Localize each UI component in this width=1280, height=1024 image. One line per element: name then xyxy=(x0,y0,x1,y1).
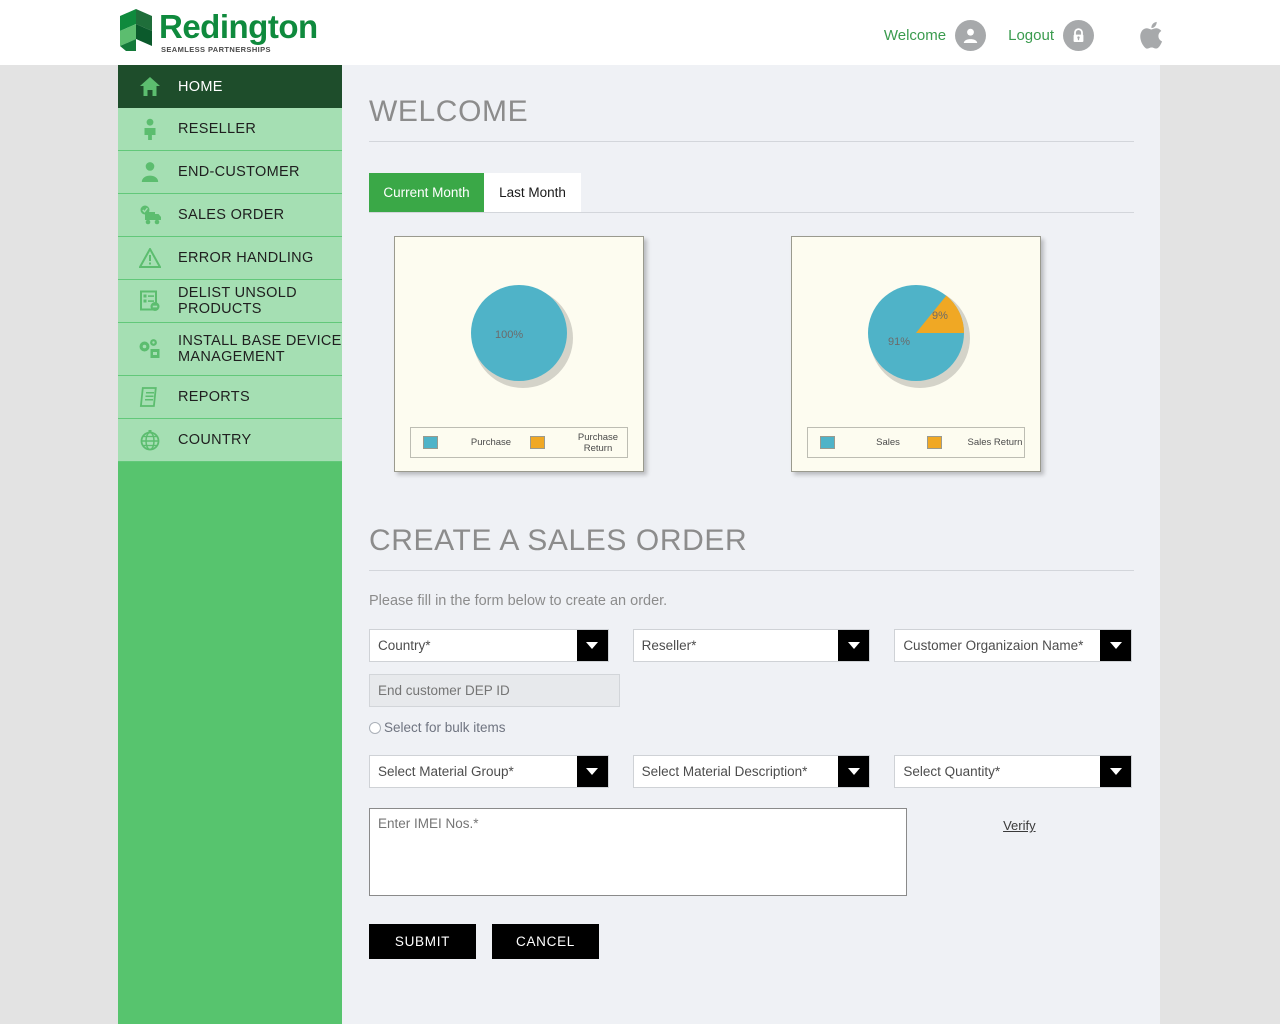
sidebar-item-label: SALES ORDER xyxy=(178,207,285,223)
legend-label-sales: Sales xyxy=(876,437,900,448)
submit-button[interactable]: SUBMIT xyxy=(369,924,476,959)
welcome-label: Welcome xyxy=(883,26,947,44)
cancel-button[interactable]: CANCEL xyxy=(492,924,599,959)
delivery-truck-icon xyxy=(138,203,162,227)
legend-label-purchase-return: Purchase Return xyxy=(577,431,619,454)
sales-return-slice-label: 9% xyxy=(932,310,948,322)
lock-icon[interactable] xyxy=(1063,19,1094,51)
sidebar-item-delist-unsold-products[interactable]: DELIST UNSOLD PRODUCTS xyxy=(118,280,342,323)
sidebar-item-label: ERROR HANDLING xyxy=(178,250,314,266)
sidebar-item-error-handling[interactable]: ERROR HANDLING xyxy=(118,237,342,280)
page-header: Redington SEAMLESS PARTNERSHIPS Welcome … xyxy=(0,0,1280,65)
sidebar-nav: HOME RESELLER END-CUSTOMER SALES ORDER E… xyxy=(118,65,342,1024)
sales-pie-area: 91% 9% xyxy=(792,237,1040,422)
quantity-select-value: Select Quantity* xyxy=(903,764,1001,779)
sales-legend: Sales Sales Return xyxy=(807,427,1025,458)
end-customer-dep-id-input[interactable] xyxy=(369,674,620,707)
month-tabs: Current Month Last Month xyxy=(369,173,1134,213)
country-select-value: Country* xyxy=(378,638,431,653)
purchase-pie-graphic: 100% xyxy=(470,285,573,388)
verify-link[interactable]: Verify xyxy=(1003,818,1036,833)
report-document-icon xyxy=(138,385,162,409)
bulk-items-radio[interactable] xyxy=(369,721,381,734)
chevron-down-icon[interactable] xyxy=(576,756,608,787)
form-hint: Please fill in the form below to create … xyxy=(369,593,668,609)
bulk-items-radio-row[interactable]: Select for bulk items xyxy=(369,720,1132,735)
sidebar-item-reports[interactable]: REPORTS xyxy=(118,376,342,419)
chevron-down-icon[interactable] xyxy=(838,630,870,661)
country-select[interactable]: Country* xyxy=(369,629,609,662)
form-row-1: Country* Reseller* Customer Organizaion … xyxy=(369,629,1133,662)
reseller-select[interactable]: Reseller* xyxy=(632,629,871,662)
brand-logo[interactable]: Redington SEAMLESS PARTNERSHIPS xyxy=(118,8,318,54)
person-icon xyxy=(138,160,162,184)
quantity-select[interactable]: Select Quantity* xyxy=(894,755,1133,788)
sales-slice-label: 91% xyxy=(888,336,910,348)
redington-logo-mark-icon xyxy=(120,9,152,51)
sidebar-item-country[interactable]: COUNTRY xyxy=(118,419,342,462)
verify-wrap: Verify xyxy=(907,808,1132,896)
legend-swatch-purchase-return xyxy=(530,436,545,449)
material-description-select-value: Select Material Description* xyxy=(641,764,808,779)
chevron-down-icon[interactable] xyxy=(838,756,870,787)
chevron-down-icon[interactable] xyxy=(576,630,608,661)
purchase-pie-area: 100% xyxy=(395,237,643,422)
logo-tagline: SEAMLESS PARTNERSHIPS xyxy=(161,45,271,54)
legend-swatch-sales-return xyxy=(927,436,942,449)
sales-pie-chart: 91% 9% Sales Sales Return xyxy=(791,236,1041,472)
material-group-select-value: Select Material Group* xyxy=(378,764,514,779)
sidebar-item-install-base-device-management[interactable]: INSTALL BASE DEVICE MANAGEMENT xyxy=(118,323,342,376)
material-group-select[interactable]: Select Material Group* xyxy=(369,755,609,788)
home-icon xyxy=(138,75,162,99)
purchase-legend: Purchase Purchase Return xyxy=(410,427,628,458)
tab-current-month[interactable]: Current Month xyxy=(369,173,484,212)
legend-label-purchase: Purchase xyxy=(470,437,512,448)
charts-container: 100% Purchase Purchase Return 91% 9% Sal… xyxy=(369,236,1132,472)
customer-organization-select-value: Customer Organizaion Name* xyxy=(903,638,1084,653)
material-description-select[interactable]: Select Material Description* xyxy=(632,755,871,788)
purchase-slice-label: 100% xyxy=(495,329,523,341)
page-title: WELCOME xyxy=(369,95,1134,142)
form-title: CREATE A SALES ORDER xyxy=(369,524,1134,571)
sidebar-item-label: COUNTRY xyxy=(178,432,252,448)
sidebar-item-end-customer[interactable]: END-CUSTOMER xyxy=(118,151,342,194)
imei-textarea[interactable] xyxy=(369,808,907,896)
main-content: WELCOME Current Month Last Month 100% Pu… xyxy=(342,65,1160,1024)
sidebar-item-label: REPORTS xyxy=(178,389,250,405)
tab-last-month[interactable]: Last Month xyxy=(484,173,581,212)
chevron-down-icon[interactable] xyxy=(1100,630,1132,661)
form-row-2: Select Material Group* Select Material D… xyxy=(369,755,1133,788)
apple-icon[interactable] xyxy=(1138,17,1168,53)
sidebar-item-label: HOME xyxy=(178,78,223,95)
bulk-items-label: Select for bulk items xyxy=(384,720,506,735)
warning-triangle-icon xyxy=(138,246,162,270)
sidebar-item-label: DELIST UNSOLD PRODUCTS xyxy=(178,285,297,317)
sidebar-item-reseller[interactable]: RESELLER xyxy=(118,108,342,151)
header-actions: Welcome Logout xyxy=(884,17,1168,53)
sidebar-item-sales-order[interactable]: SALES ORDER xyxy=(118,194,342,237)
list-remove-icon xyxy=(138,289,162,313)
globe-icon xyxy=(138,428,162,452)
user-avatar-icon[interactable] xyxy=(955,19,987,51)
sidebar-item-label: RESELLER xyxy=(178,121,257,137)
sidebar-item-home[interactable]: HOME xyxy=(118,65,342,108)
imei-row: Verify xyxy=(369,808,1132,896)
customer-organization-select[interactable]: Customer Organizaion Name* xyxy=(894,629,1133,662)
chevron-down-icon[interactable] xyxy=(1100,756,1132,787)
reseller-select-value: Reseller* xyxy=(641,638,697,653)
logo-wordmark: Redington xyxy=(159,8,318,45)
gear-device-icon xyxy=(138,337,162,361)
sidebar-item-label: INSTALL BASE DEVICE MANAGEMENT xyxy=(178,333,342,365)
purchase-pie-chart: 100% Purchase Purchase Return xyxy=(394,236,644,472)
sales-pie-graphic: 91% 9% xyxy=(867,285,970,388)
sidebar-item-label: END-CUSTOMER xyxy=(178,164,300,180)
logout-label[interactable]: Logout xyxy=(1008,27,1054,44)
legend-swatch-sales xyxy=(820,436,835,449)
legend-label-sales-return: Sales Return xyxy=(967,437,1023,448)
legend-swatch-purchase xyxy=(423,436,438,449)
reseller-person-icon xyxy=(138,117,162,141)
form-buttons: SUBMIT CANCEL xyxy=(369,924,1132,959)
